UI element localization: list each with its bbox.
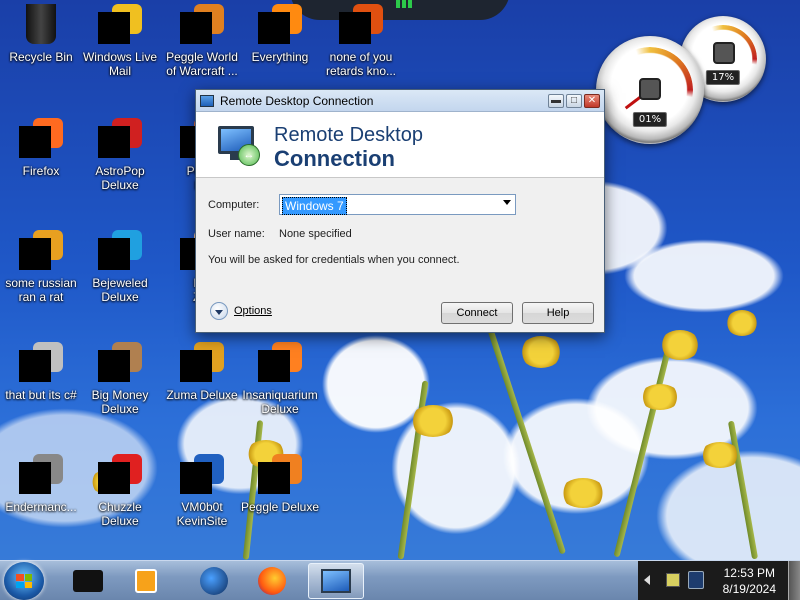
clock[interactable]: 12:53 PM 8/19/2024 (723, 565, 776, 597)
desktop-icon[interactable]: Endermanc... (0, 454, 82, 514)
desktop-icon[interactable]: AstroPop Deluxe (79, 118, 161, 192)
clock-time: 12:53 PM (723, 566, 775, 580)
options-toggle[interactable]: Options (210, 302, 272, 320)
desktop-icon-image (19, 230, 63, 274)
start-button[interactable] (4, 562, 44, 600)
show-desktop-button[interactable] (788, 561, 800, 600)
computer-value[interactable]: Windows 7 (282, 197, 347, 215)
desktop-icon-label: none of you retards kno... (325, 50, 397, 78)
desktop-icon[interactable]: Everything (239, 4, 321, 64)
desktop-icon-image (180, 454, 224, 498)
desktop-icon[interactable]: some russian ran a rat (0, 230, 82, 304)
desktop-icon-image (180, 342, 224, 386)
cpu-gauge[interactable]: 01% (596, 36, 704, 144)
memory-readout: 17% (705, 70, 741, 85)
credentials-note: You will be asked for credentials when y… (208, 254, 460, 266)
desktop-icon-image (98, 454, 142, 498)
desktop-icon-label: Bejeweled Deluxe (92, 276, 148, 304)
computer-combobox[interactable]: Windows 7 (279, 194, 516, 215)
desktop-icon[interactable]: Peggle Deluxe (239, 454, 321, 514)
desktop-icon[interactable]: Peggle World of Warcraft ... (161, 4, 243, 78)
globe-icon (200, 567, 228, 595)
desktop-icon[interactable]: Big Money Deluxe (79, 342, 161, 416)
desktop-icon-label: Big Money Deluxe (91, 388, 149, 416)
username-value: None specified (279, 228, 352, 240)
desktop-icon-image (258, 454, 302, 498)
taskbar: 12:53 PM 8/19/2024 (0, 560, 800, 600)
taskbar-button[interactable] (186, 563, 242, 599)
tray-arrow-icon[interactable] (644, 575, 650, 585)
desktop-icon[interactable]: Chuzzle Deluxe (79, 454, 161, 528)
cpu-readout: 01% (632, 112, 668, 127)
close-button[interactable]: ✕ (584, 93, 600, 108)
firefox-icon (258, 567, 286, 595)
username-label: User name: (208, 228, 265, 240)
desktop-icon-label: that but its c# (5, 388, 77, 402)
clock-date: 8/19/2024 (722, 582, 776, 596)
desktop-icon-label: Insaniquarium Deluxe (242, 388, 318, 416)
desktop-icon[interactable]: Bejeweled Deluxe (79, 230, 161, 304)
desktop-icon-image (19, 4, 63, 48)
desktop-icon[interactable]: VM0b0t KevinSite (161, 454, 243, 528)
dropdown-arrow-icon[interactable] (503, 200, 511, 205)
desktop-icon-image (19, 454, 63, 498)
media-player-icon (135, 569, 157, 593)
network-icon[interactable] (666, 573, 680, 587)
banner-line-1: Remote Desktop (274, 124, 423, 146)
desktop-icon[interactable]: that but its c# (0, 342, 82, 402)
desktop-icon-image (98, 230, 142, 274)
desktop-icon-label: Firefox (22, 164, 60, 178)
remote-desktop-window: Remote Desktop Connection ▬ □ ✕ ↔ Remote… (195, 89, 605, 333)
remote-desktop-icon (200, 94, 214, 107)
window-icon (73, 570, 103, 592)
desktop-icon-label: Everything (251, 50, 309, 64)
expand-chevron-icon[interactable] (210, 302, 228, 320)
desktop-icon-label: Chuzzle Deluxe (98, 500, 142, 528)
help-button[interactable]: Help (522, 302, 594, 324)
desktop-icon[interactable]: none of you retards kno... (320, 4, 402, 78)
desktop-icon-label: Peggle World of Warcraft ... (166, 50, 238, 78)
maximize-button[interactable]: □ (566, 93, 582, 108)
system-tray: 12:53 PM 8/19/2024 (638, 561, 800, 600)
window-banner: ↔ Remote Desktop Connection (196, 112, 604, 178)
desktop-icon-image (98, 4, 142, 48)
desktop-icon[interactable]: Firefox (0, 118, 82, 178)
desktop-icon[interactable]: Insaniquarium Deluxe (239, 342, 321, 416)
window-title: Remote Desktop Connection (220, 93, 374, 108)
desktop-icon[interactable]: Recycle Bin (0, 4, 82, 64)
minimize-button[interactable]: ▬ (548, 93, 564, 108)
windows-flag-icon (16, 574, 32, 588)
desktop-icon-label: Recycle Bin (9, 50, 73, 64)
options-label[interactable]: Options (234, 305, 272, 317)
desktop-icon-image (339, 4, 383, 48)
desktop-icon-image (180, 4, 224, 48)
desktop-icon[interactable]: Windows Live Mail (79, 4, 161, 78)
desktop-icon-image (98, 342, 142, 386)
taskbar-button[interactable] (308, 563, 364, 599)
desktop-icon-label: Peggle Deluxe (240, 500, 320, 514)
taskbar-button[interactable] (60, 563, 116, 599)
desktop-icon-label: VM0b0t KevinSite (176, 500, 228, 528)
desktop-icon-image (98, 118, 142, 162)
desktop-icon-image (19, 342, 63, 386)
connect-button[interactable]: Connect (441, 302, 513, 324)
desktop-icon-label: Zuma Deluxe (166, 388, 238, 402)
taskbar-button[interactable] (118, 563, 174, 599)
desktop-icon-image (19, 118, 63, 162)
desktop-icon-image (258, 4, 302, 48)
remote-desktop-logo-icon: ↔ (216, 122, 262, 168)
desktop-icon[interactable]: Zuma Deluxe (161, 342, 243, 402)
banner-line-2: Connection (274, 146, 395, 171)
desktop-icon-label: some russian ran a rat (5, 276, 77, 304)
desktop-icon-label: Windows Live Mail (82, 50, 158, 78)
computer-label: Computer: (208, 199, 260, 211)
volume-icon[interactable] (688, 571, 704, 589)
desktop-icon-label: AstroPop Deluxe (95, 164, 145, 192)
desktop-icon-label: Endermanc... (5, 500, 77, 514)
taskbar-button[interactable] (244, 563, 300, 599)
window-titlebar[interactable]: Remote Desktop Connection ▬ □ ✕ (196, 90, 604, 112)
remote-desktop-icon (321, 569, 351, 593)
desktop-icon-image (258, 342, 302, 386)
